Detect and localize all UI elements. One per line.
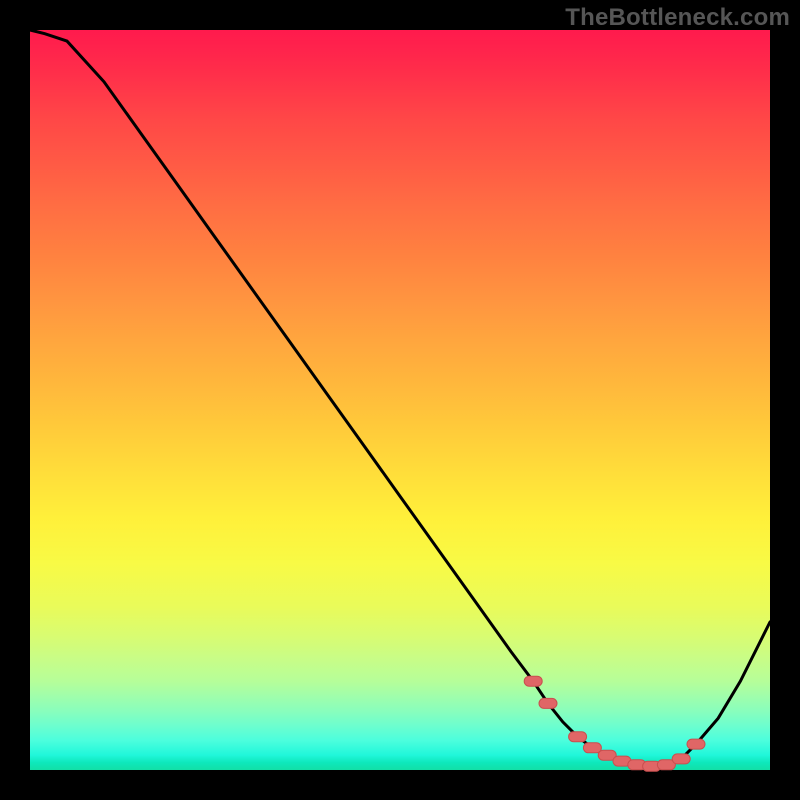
- chart-marker: [672, 754, 690, 764]
- watermark-text: TheBottleneck.com: [565, 4, 790, 32]
- chart-marker: [539, 698, 557, 708]
- chart-frame: TheBottleneck.com: [0, 0, 800, 800]
- chart-marker: [569, 732, 587, 742]
- chart-marker: [687, 739, 705, 749]
- chart-markers: [524, 676, 705, 771]
- chart-svg: [30, 30, 770, 770]
- chart-marker: [583, 743, 601, 753]
- chart-plot-area: [30, 30, 770, 770]
- chart-marker: [524, 676, 542, 686]
- chart-curve: [30, 30, 770, 766]
